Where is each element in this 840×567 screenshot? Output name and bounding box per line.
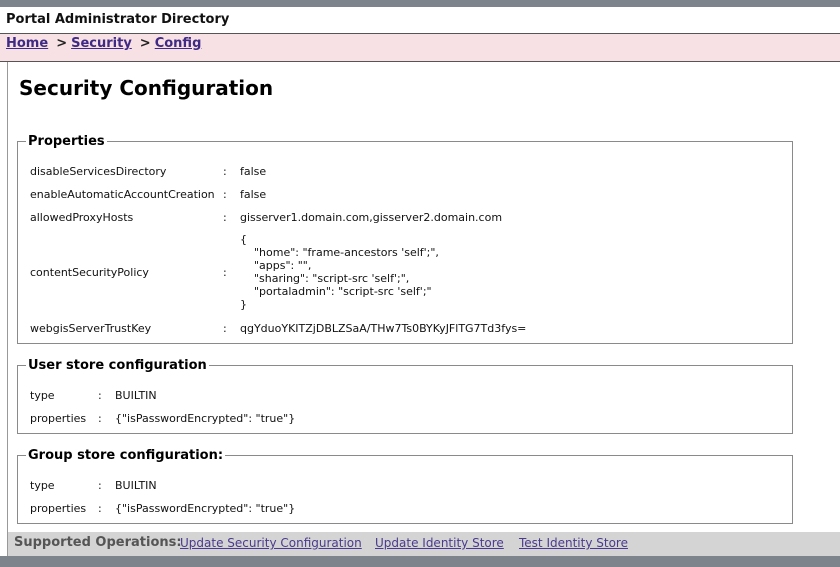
property-colon: : [223,211,227,224]
group-store-fieldset: Group store configuration: type : BUILTI… [17,448,793,524]
group-store-legend: Group store configuration: [28,448,224,463]
property-colon: : [223,188,227,201]
property-colon: : [223,266,227,279]
group-store-colon: : [98,502,102,515]
breadcrumb-separator: > [139,36,151,51]
property-key: webgisServerTrustKey [30,322,152,335]
app-title: Portal Administrator Directory [6,12,230,27]
property-colon: : [223,165,227,178]
update-identity-store-link[interactable]: Update Identity Store [375,536,504,550]
property-key: enableAutomaticAccountCreation [30,188,215,201]
group-store-key: type [30,479,55,492]
group-store-value: BUILTIN [115,479,157,492]
breadcrumb-security-link[interactable]: Security [71,36,132,51]
user-store-key: type [30,389,55,402]
breadcrumb-bar: Home > Security > Config [0,33,840,62]
property-value: false [240,188,267,201]
breadcrumb: Home > Security > Config [6,36,201,51]
browser-content: Portal Administrator Directory Home > Secu… [0,7,840,556]
group-store-colon: : [98,479,102,492]
user-store-key: properties [30,412,87,425]
page-title: Security Configuration [19,76,274,100]
user-store-fieldset: User store configuration type : BUILTIN … [17,358,793,434]
breadcrumb-config-link[interactable]: Config [155,36,202,51]
property-key: disableServicesDirectory [30,165,167,178]
property-value: qgYduoYKITZjDBLZSaA/THw7Ts0BYKyJFlTG7Td3… [240,322,527,335]
user-store-colon: : [98,389,102,402]
breadcrumb-separator: > [56,36,68,51]
update-security-configuration-link[interactable]: Update Security Configuration [180,536,362,550]
main-content: Security Configuration Properties disabl… [7,62,840,532]
properties-legend: Properties [28,134,105,149]
user-store-value: {"isPasswordEncrypted": "true"} [115,412,296,425]
property-value: false [240,165,267,178]
supported-operations-label: Supported Operations: [14,535,182,550]
property-key: contentSecurityPolicy [30,266,149,279]
property-key: allowedProxyHosts [30,211,134,224]
breadcrumb-home-link[interactable]: Home [6,36,48,51]
user-store-legend: User store configuration [28,358,207,373]
user-store-colon: : [98,412,102,425]
properties-fieldset: Properties disableServicesDirectory : fa… [17,134,793,344]
user-store-value: BUILTIN [115,389,157,402]
test-identity-store-link[interactable]: Test Identity Store [519,536,628,550]
property-value: gisserver1.domain.com,gisserver2.domain.… [240,211,503,224]
group-store-key: properties [30,502,87,515]
group-store-value: {"isPasswordEncrypted": "true"} [115,502,296,515]
supported-operations-bar: Supported Operations: Update Security Co… [7,532,840,556]
property-colon: : [223,322,227,335]
property-value-json: { "home": "frame-ancestors 'self';", "ap… [240,233,439,311]
